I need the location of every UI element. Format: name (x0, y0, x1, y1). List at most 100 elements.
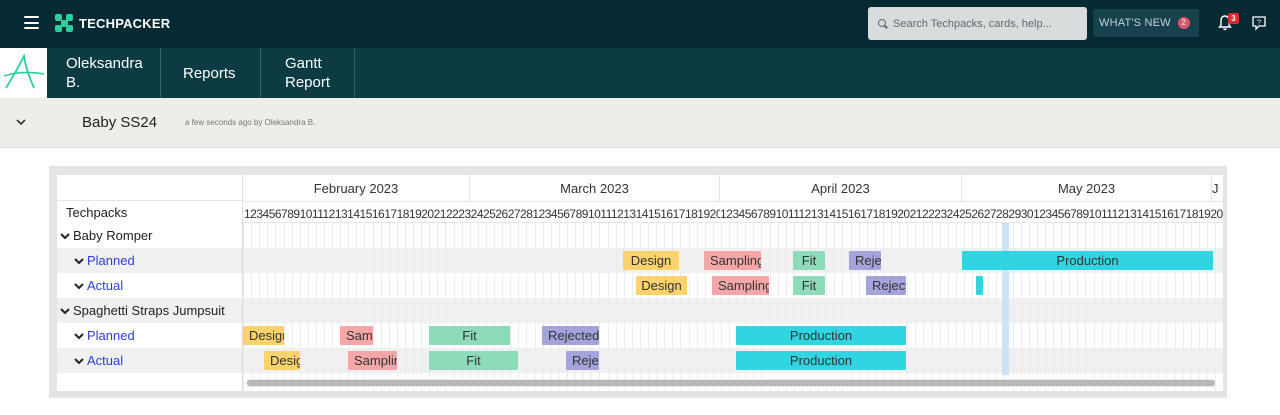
bar-label: Production (1056, 253, 1119, 268)
gantt-bar-design[interactable]: Design (636, 276, 687, 295)
day-gridline (1175, 223, 1176, 391)
gantt-bar-production[interactable]: Production (736, 351, 906, 370)
row-toggle-planned[interactable]: Planned (57, 323, 135, 348)
day-gridline (1199, 223, 1200, 391)
bar-label: Production (789, 328, 853, 343)
scrollbar-thumb[interactable] (247, 380, 1215, 386)
row-toggle-spaghetti-straps-jumpsuit[interactable]: Spaghetti Straps Jumpsuit (57, 298, 242, 323)
day-gridline (956, 223, 957, 391)
day-gridline (940, 223, 941, 391)
month-header-spacer (57, 175, 243, 201)
day-gridline (915, 223, 916, 391)
svg-text:?: ? (1257, 18, 1261, 27)
nav-reports[interactable]: Reports (161, 48, 261, 98)
day-gridline (599, 223, 600, 391)
help-chat-icon[interactable]: ? (1251, 15, 1267, 31)
gantt-bar-design[interactable]: Design (243, 326, 284, 345)
brand-name: TECHPACKER (79, 15, 171, 31)
day-gridline (1126, 223, 1127, 391)
gantt-bar-sampling[interactable]: Sampling (348, 351, 397, 370)
company-logo[interactable] (0, 48, 47, 98)
day-gridline (1142, 223, 1143, 391)
day-gridline (316, 223, 317, 391)
horizontal-scrollbar[interactable] (246, 379, 1216, 387)
gantt-bar-sampling[interactable]: Sampling (340, 326, 373, 345)
gantt-bar-production[interactable] (976, 276, 983, 295)
row-toggle-actual[interactable]: Actual (57, 273, 123, 298)
row-toggle-baby-romper[interactable]: Baby Romper (57, 223, 152, 248)
gantt-timeline: February 2023 March 2023 April 2023 May … (243, 175, 1223, 391)
day-gridline (413, 223, 414, 391)
day-gridline (518, 223, 519, 391)
techpack-header: Baby SS24 a few seconds ago by Oleksandr… (0, 98, 1280, 148)
gantt-bar-design[interactable]: Design (264, 351, 300, 370)
day-labels: 1234567891011121314151617181920212223242… (720, 207, 1223, 221)
nav-gantt-report[interactable]: Gantt Report (261, 48, 355, 98)
brand[interactable]: TECHPACKER (55, 14, 170, 32)
chevron-down-icon (74, 332, 84, 339)
whats-new-count: 2 (1177, 17, 1190, 29)
bar-label: Fit (466, 353, 481, 368)
day-gridline (340, 223, 341, 391)
whats-new-label: WHAT'S NEW (1099, 17, 1171, 29)
gantt-bar-sampling[interactable]: Sampling (704, 251, 761, 270)
gantt-bar-rejected[interactable]: Rejected (566, 351, 599, 370)
row-label: Planned (87, 253, 135, 268)
day-gridline (1110, 223, 1111, 391)
day-gridline (972, 223, 973, 391)
today-marker (1002, 223, 1009, 375)
day-gridline (988, 223, 989, 391)
secondary-nav: Oleksandra B. Reports Gantt Report (0, 48, 1280, 98)
search-input[interactable]: Search Techpacks, cards, help... (868, 7, 1087, 40)
bar-label: Fit (801, 253, 817, 268)
bar-label: Production (789, 353, 853, 368)
gantt-bar-production[interactable]: Production (962, 251, 1213, 270)
gantt-bar-production[interactable]: Production (736, 326, 906, 345)
menu-icon[interactable] (24, 16, 39, 29)
day-gridline (640, 223, 641, 391)
day-gridline (648, 223, 649, 391)
day-gridline (1118, 223, 1119, 391)
day-gridline (1134, 223, 1135, 391)
row-toggle-actual[interactable]: Actual (57, 348, 242, 373)
gantt-chart: Techpacks Baby Romper Planned Actual Spa… (57, 175, 1223, 391)
day-gridline (1094, 223, 1095, 391)
whats-new-button[interactable]: WHAT'S NEW 2 (1093, 9, 1199, 37)
month-header: May 2023 (962, 175, 1212, 201)
gantt-bar-rejected[interactable]: Rejected (849, 251, 881, 270)
bar-label: Sampling (710, 253, 761, 268)
gantt-bar-rejected[interactable]: Rejected (866, 276, 906, 295)
gantt-bar-rejected[interactable]: Rejected (542, 326, 599, 345)
chevron-down-icon (74, 282, 84, 289)
gantt-bar-fit[interactable]: Fit (793, 276, 825, 295)
gantt-bar-sampling[interactable]: Sampling (712, 276, 769, 295)
row-toggle-planned[interactable]: Planned (57, 248, 242, 273)
gantt-bar-fit[interactable]: Fit (429, 351, 518, 370)
bar-label: Sampling (346, 328, 373, 343)
bar-label: Design (630, 253, 672, 268)
day-gridline (559, 223, 560, 391)
gantt-bar-fit[interactable]: Fit (429, 326, 510, 345)
day-gridline (1102, 223, 1103, 391)
day-gridline (923, 223, 924, 391)
row-label: Planned (87, 328, 135, 343)
gantt-bar-design[interactable]: Design (623, 251, 679, 270)
gantt-bar-fit[interactable]: Fit (793, 251, 825, 270)
day-gridline (551, 223, 552, 391)
day-gridline (632, 223, 633, 391)
day-gridline (1021, 223, 1022, 391)
day-gridline (1045, 223, 1046, 391)
day-gridline (1158, 223, 1159, 391)
day-gridline (608, 223, 609, 391)
day-gridline (300, 223, 301, 391)
chevron-down-icon[interactable] (16, 118, 26, 126)
bar-label: Rejected (548, 328, 599, 343)
chevron-down-icon (60, 307, 70, 314)
nav-user[interactable]: Oleksandra B. (47, 48, 161, 98)
row-label: Baby Romper (73, 228, 153, 243)
day-gridline (680, 223, 681, 391)
day-gridline (1207, 223, 1208, 391)
chevron-down-icon (60, 232, 70, 239)
row-label: Actual (87, 278, 124, 293)
top-bar: TECHPACKER Search Techpacks, cards, help… (0, 0, 1280, 48)
